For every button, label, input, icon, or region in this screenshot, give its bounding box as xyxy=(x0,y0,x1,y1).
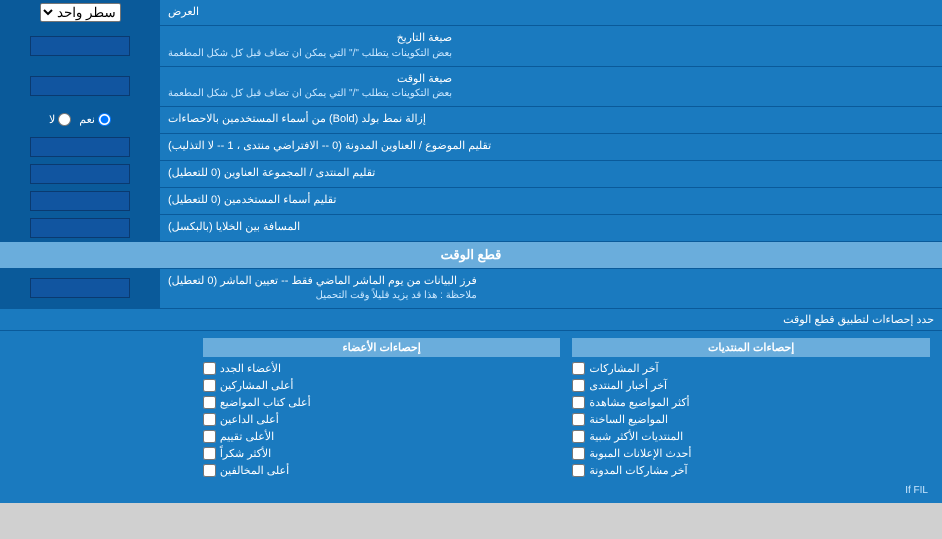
date-format-label: صيغة التاريخ بعض التكوينات يتطلب "/" الت… xyxy=(160,26,942,65)
checkbox-posts-0[interactable] xyxy=(572,362,585,375)
section-label-display: العرض xyxy=(160,0,942,25)
checkbox-item: آخر أخبار المنتدى xyxy=(572,377,930,394)
checkbox-posts-1[interactable] xyxy=(572,379,585,392)
checkbox-members-2[interactable] xyxy=(203,396,216,409)
forum-title-limit-input[interactable]: 33 xyxy=(30,164,130,184)
time-format-label: صيغة الوقت بعض التكوينات يتطلب "/" التي … xyxy=(160,67,942,106)
bold-remove-label: إزالة نمط بولد (Bold) من أسماء المستخدمي… xyxy=(160,107,942,132)
checkbox-item: أعلى المشاركين xyxy=(203,377,561,394)
checkbox-item: أعلى الداعين xyxy=(203,411,561,428)
checkbox-members-1[interactable] xyxy=(203,379,216,392)
checkbox-item: أكثر المواضيع مشاهدة xyxy=(572,394,930,411)
checkbox-posts-3[interactable] xyxy=(572,413,585,426)
empty-col xyxy=(6,335,197,482)
radio-no-label[interactable]: لا xyxy=(49,113,71,126)
time-cut-label: فرز البيانات من يوم الماشر الماضي فقط --… xyxy=(160,269,942,308)
checkbox-item: آخر مشاركات المدونة xyxy=(572,462,930,479)
radio-yes[interactable] xyxy=(98,113,111,126)
topic-title-limit-input[interactable]: 33 xyxy=(30,137,130,157)
members-stats-title: إحصاءات الأعضاء xyxy=(203,338,561,357)
time-cut-section-header: قطع الوقت xyxy=(0,242,942,269)
checkbox-item: آخر المشاركات xyxy=(572,360,930,377)
date-format-input[interactable]: d-m xyxy=(30,36,130,56)
cell-spacing-input[interactable]: 2 xyxy=(30,218,130,238)
members-stats-col: إحصاءات الأعضاء الأعضاء الجدد أعلى المشا… xyxy=(197,335,567,482)
username-limit-input[interactable]: 0 xyxy=(30,191,130,211)
checkbox-item: أحدث الإعلانات المبوبة xyxy=(572,445,930,462)
checkbox-item: المنتديات الأكثر شبية xyxy=(572,428,930,445)
checkbox-members-4[interactable] xyxy=(203,430,216,443)
checkbox-item: أعلى كتاب المواضيع xyxy=(203,394,561,411)
topic-title-limit-label: تقليم الموضوع / العناوين المدونة (0 -- ا… xyxy=(160,134,942,160)
display-select[interactable]: سطر واحد xyxy=(40,3,121,22)
checkbox-posts-6[interactable] xyxy=(572,464,585,477)
time-cut-input[interactable]: 0 xyxy=(30,278,130,298)
forum-title-limit-label: تقليم المنتدى / المجموعة العناوين (0 للت… xyxy=(160,161,942,187)
apply-time-cut-label: حدد إحصاءات لتطبيق قطع الوقت xyxy=(0,309,942,331)
posts-stats-title: إحصاءات المنتديات xyxy=(572,338,930,357)
checkbox-members-0[interactable] xyxy=(203,362,216,375)
checkbox-item: الأعضاء الجدد xyxy=(203,360,561,377)
checkbox-posts-5[interactable] xyxy=(572,447,585,460)
checkbox-item: المواضيع الساخنة xyxy=(572,411,930,428)
checkbox-item: الأعلى تقييم xyxy=(203,428,561,445)
radio-yes-label[interactable]: نعم xyxy=(79,113,111,126)
posts-stats-col: إحصاءات المنتديات آخر المشاركات آخر أخبا… xyxy=(566,335,936,482)
username-limit-label: تقليم أسماء المستخدمين (0 للتعطيل) xyxy=(160,188,942,214)
checkbox-posts-2[interactable] xyxy=(572,396,585,409)
time-format-input[interactable]: H:i xyxy=(30,76,130,96)
checkbox-members-3[interactable] xyxy=(203,413,216,426)
bottom-note: If FIL xyxy=(6,482,936,499)
cell-spacing-label: المسافة بين الخلايا (بالبكسل) xyxy=(160,215,942,241)
checkbox-item: الأكثر شكراً xyxy=(203,445,561,462)
checkbox-members-6[interactable] xyxy=(203,464,216,477)
checkbox-posts-4[interactable] xyxy=(572,430,585,443)
checkbox-members-5[interactable] xyxy=(203,447,216,460)
radio-no[interactable] xyxy=(58,113,71,126)
checkbox-item: أعلى المخالفين xyxy=(203,462,561,479)
